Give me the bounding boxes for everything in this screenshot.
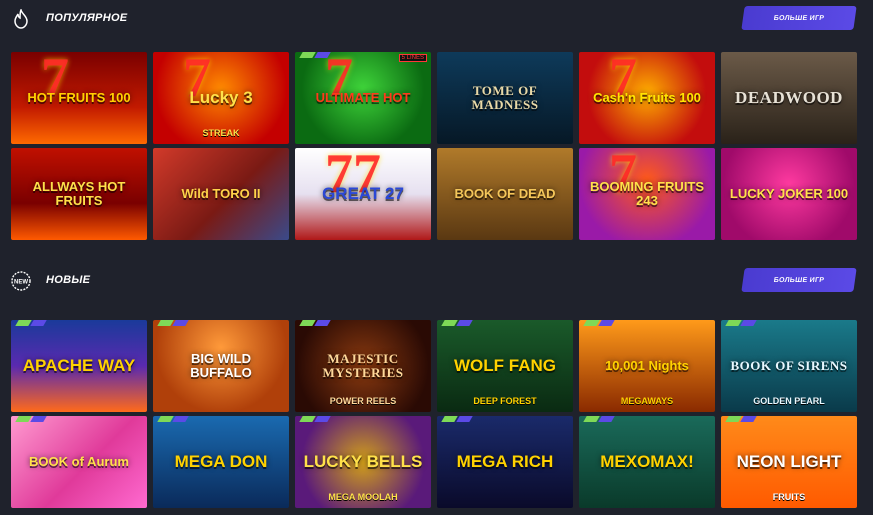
game-title: BOOMING FRUITS 243 (589, 179, 705, 208)
game-title: MEGA RICH (456, 452, 554, 472)
game-title: BIG WILD BUFFALO (190, 351, 252, 380)
section-title: НОВЫЕ (46, 274, 91, 286)
game-tile[interactable]: NEON LIGHT FRUITS (721, 416, 857, 508)
provider-badge (725, 416, 757, 422)
game-tile[interactable]: 10,001 Nights MEGAWAYS (579, 320, 715, 412)
game-tile[interactable]: BOOK OF SIRENS GOLDEN PEARL (721, 320, 857, 412)
game-tile[interactable]: LUCKY BELLS MEGA MOOLAH (295, 416, 431, 508)
section-header: NEW НОВЫЕ БОЛЬШЕ ИГР (0, 262, 873, 302)
game-tile[interactable]: 7 HOT FRUITS 100 (11, 52, 147, 144)
game-tile[interactable]: ALLWAYS HOT FRUITS (11, 148, 147, 240)
game-tile[interactable]: 7 Lucky 3 STREAK (153, 52, 289, 144)
game-tile[interactable]: MAJESTIC MYSTERIES POWER REELS (295, 320, 431, 412)
provider-badge (157, 320, 189, 326)
provider-badge (725, 320, 757, 326)
game-title: BOOK OF DEAD (454, 186, 556, 202)
game-tile[interactable]: MEXOMAX! (579, 416, 715, 508)
game-tile[interactable]: 7 Cash'n Fruits 100 (579, 52, 715, 144)
game-title: MEXOMAX! (600, 452, 694, 472)
game-title: LUCKY BELLS (303, 452, 423, 472)
games-grid: APACHE WAY BIG WILD BUFFALO MAJESTIC MYSTE… (11, 320, 857, 508)
provider-badge (157, 416, 189, 422)
svg-text:NEW: NEW (14, 280, 28, 286)
game-tile[interactable]: 77 GREAT 27 (295, 148, 431, 240)
lines-badge: 5 LINES (398, 54, 427, 62)
provider-badge (299, 416, 331, 422)
game-title: TOME OF MADNESS (471, 83, 539, 112)
game-tile[interactable]: BIG WILD BUFFALO (153, 320, 289, 412)
game-subtitle: MEGAWAYS (620, 396, 674, 406)
section-popular: ПОПУЛЯРНОЕ БОЛЬШЕ ИГР 7 HOT FRUITS 100 7 Lu… (0, 0, 873, 240)
provider-badge (441, 416, 473, 422)
game-tile[interactable]: Wild TORO II (153, 148, 289, 240)
game-subtitle: GOLDEN PEARL (753, 396, 825, 406)
provider-badge (583, 320, 615, 326)
game-title: 10,001 Nights (605, 358, 689, 374)
game-subtitle: DEEP FOREST (473, 396, 537, 406)
section-header: ПОПУЛЯРНОЕ БОЛЬШЕ ИГР (0, 0, 873, 40)
game-title: GREAT 27 (322, 184, 404, 204)
game-title: BOOK of Aurum (29, 454, 129, 470)
game-tile[interactable]: DEADWOOD (721, 52, 857, 144)
game-tile[interactable]: 7 BOOMING FRUITS 243 (579, 148, 715, 240)
game-tile[interactable]: MEGA RICH (437, 416, 573, 508)
game-subtitle: FRUITS (772, 492, 806, 502)
game-title: LUCKY JOKER 100 (729, 186, 849, 202)
game-title: APACHE WAY (22, 356, 136, 376)
flame-icon (10, 8, 32, 30)
game-tile[interactable]: BOOK of Aurum (11, 416, 147, 508)
provider-badge (299, 52, 331, 58)
game-title: ULTIMATE HOT (315, 90, 411, 106)
game-title: BOOK OF SIRENS (730, 358, 848, 374)
provider-badge (15, 320, 47, 326)
game-title: Lucky 3 (189, 88, 253, 108)
game-title: WOLF FANG (454, 356, 556, 376)
game-title: MEGA DON (174, 452, 268, 472)
games-grid: 7 HOT FRUITS 100 7 Lucky 3 STREAK 7 5 LINES ULT… (11, 52, 857, 240)
game-subtitle: POWER REELS (329, 396, 397, 406)
game-subtitle: STREAK (202, 128, 240, 138)
game-tile[interactable]: BOOK OF DEAD (437, 148, 573, 240)
new-badge-icon: NEW (10, 270, 32, 292)
game-tile[interactable]: TOME OF MADNESS (437, 52, 573, 144)
game-tile[interactable]: MEGA DON (153, 416, 289, 508)
game-title: Wild TORO II (181, 186, 261, 202)
game-title: Cash'n Fruits 100 (593, 90, 701, 106)
more-games-button[interactable]: БОЛЬШЕ ИГР (741, 6, 857, 30)
section-title: ПОПУЛЯРНОЕ (46, 12, 128, 24)
game-title: HOT FRUITS 100 (27, 90, 131, 106)
game-tile[interactable]: 75 LINES ULTIMATE HOT (295, 52, 431, 144)
provider-badge (441, 320, 473, 326)
game-tile[interactable]: LUCKY JOKER 100 (721, 148, 857, 240)
game-title: ALLWAYS HOT FRUITS (32, 179, 126, 208)
provider-badge (299, 320, 331, 326)
more-games-button[interactable]: БОЛЬШЕ ИГР (741, 268, 857, 292)
section-new: NEW НОВЫЕ БОЛЬШЕ ИГР APACHE WAY BIG WILD … (0, 262, 873, 508)
provider-badge (583, 416, 615, 422)
game-title: MAJESTIC MYSTERIES (322, 351, 404, 380)
provider-badge (15, 416, 47, 422)
game-title: NEON LIGHT (736, 452, 842, 472)
game-title: DEADWOOD (735, 88, 843, 108)
game-tile[interactable]: WOLF FANG DEEP FOREST (437, 320, 573, 412)
game-subtitle: MEGA MOOLAH (328, 492, 398, 502)
game-tile[interactable]: APACHE WAY (11, 320, 147, 412)
